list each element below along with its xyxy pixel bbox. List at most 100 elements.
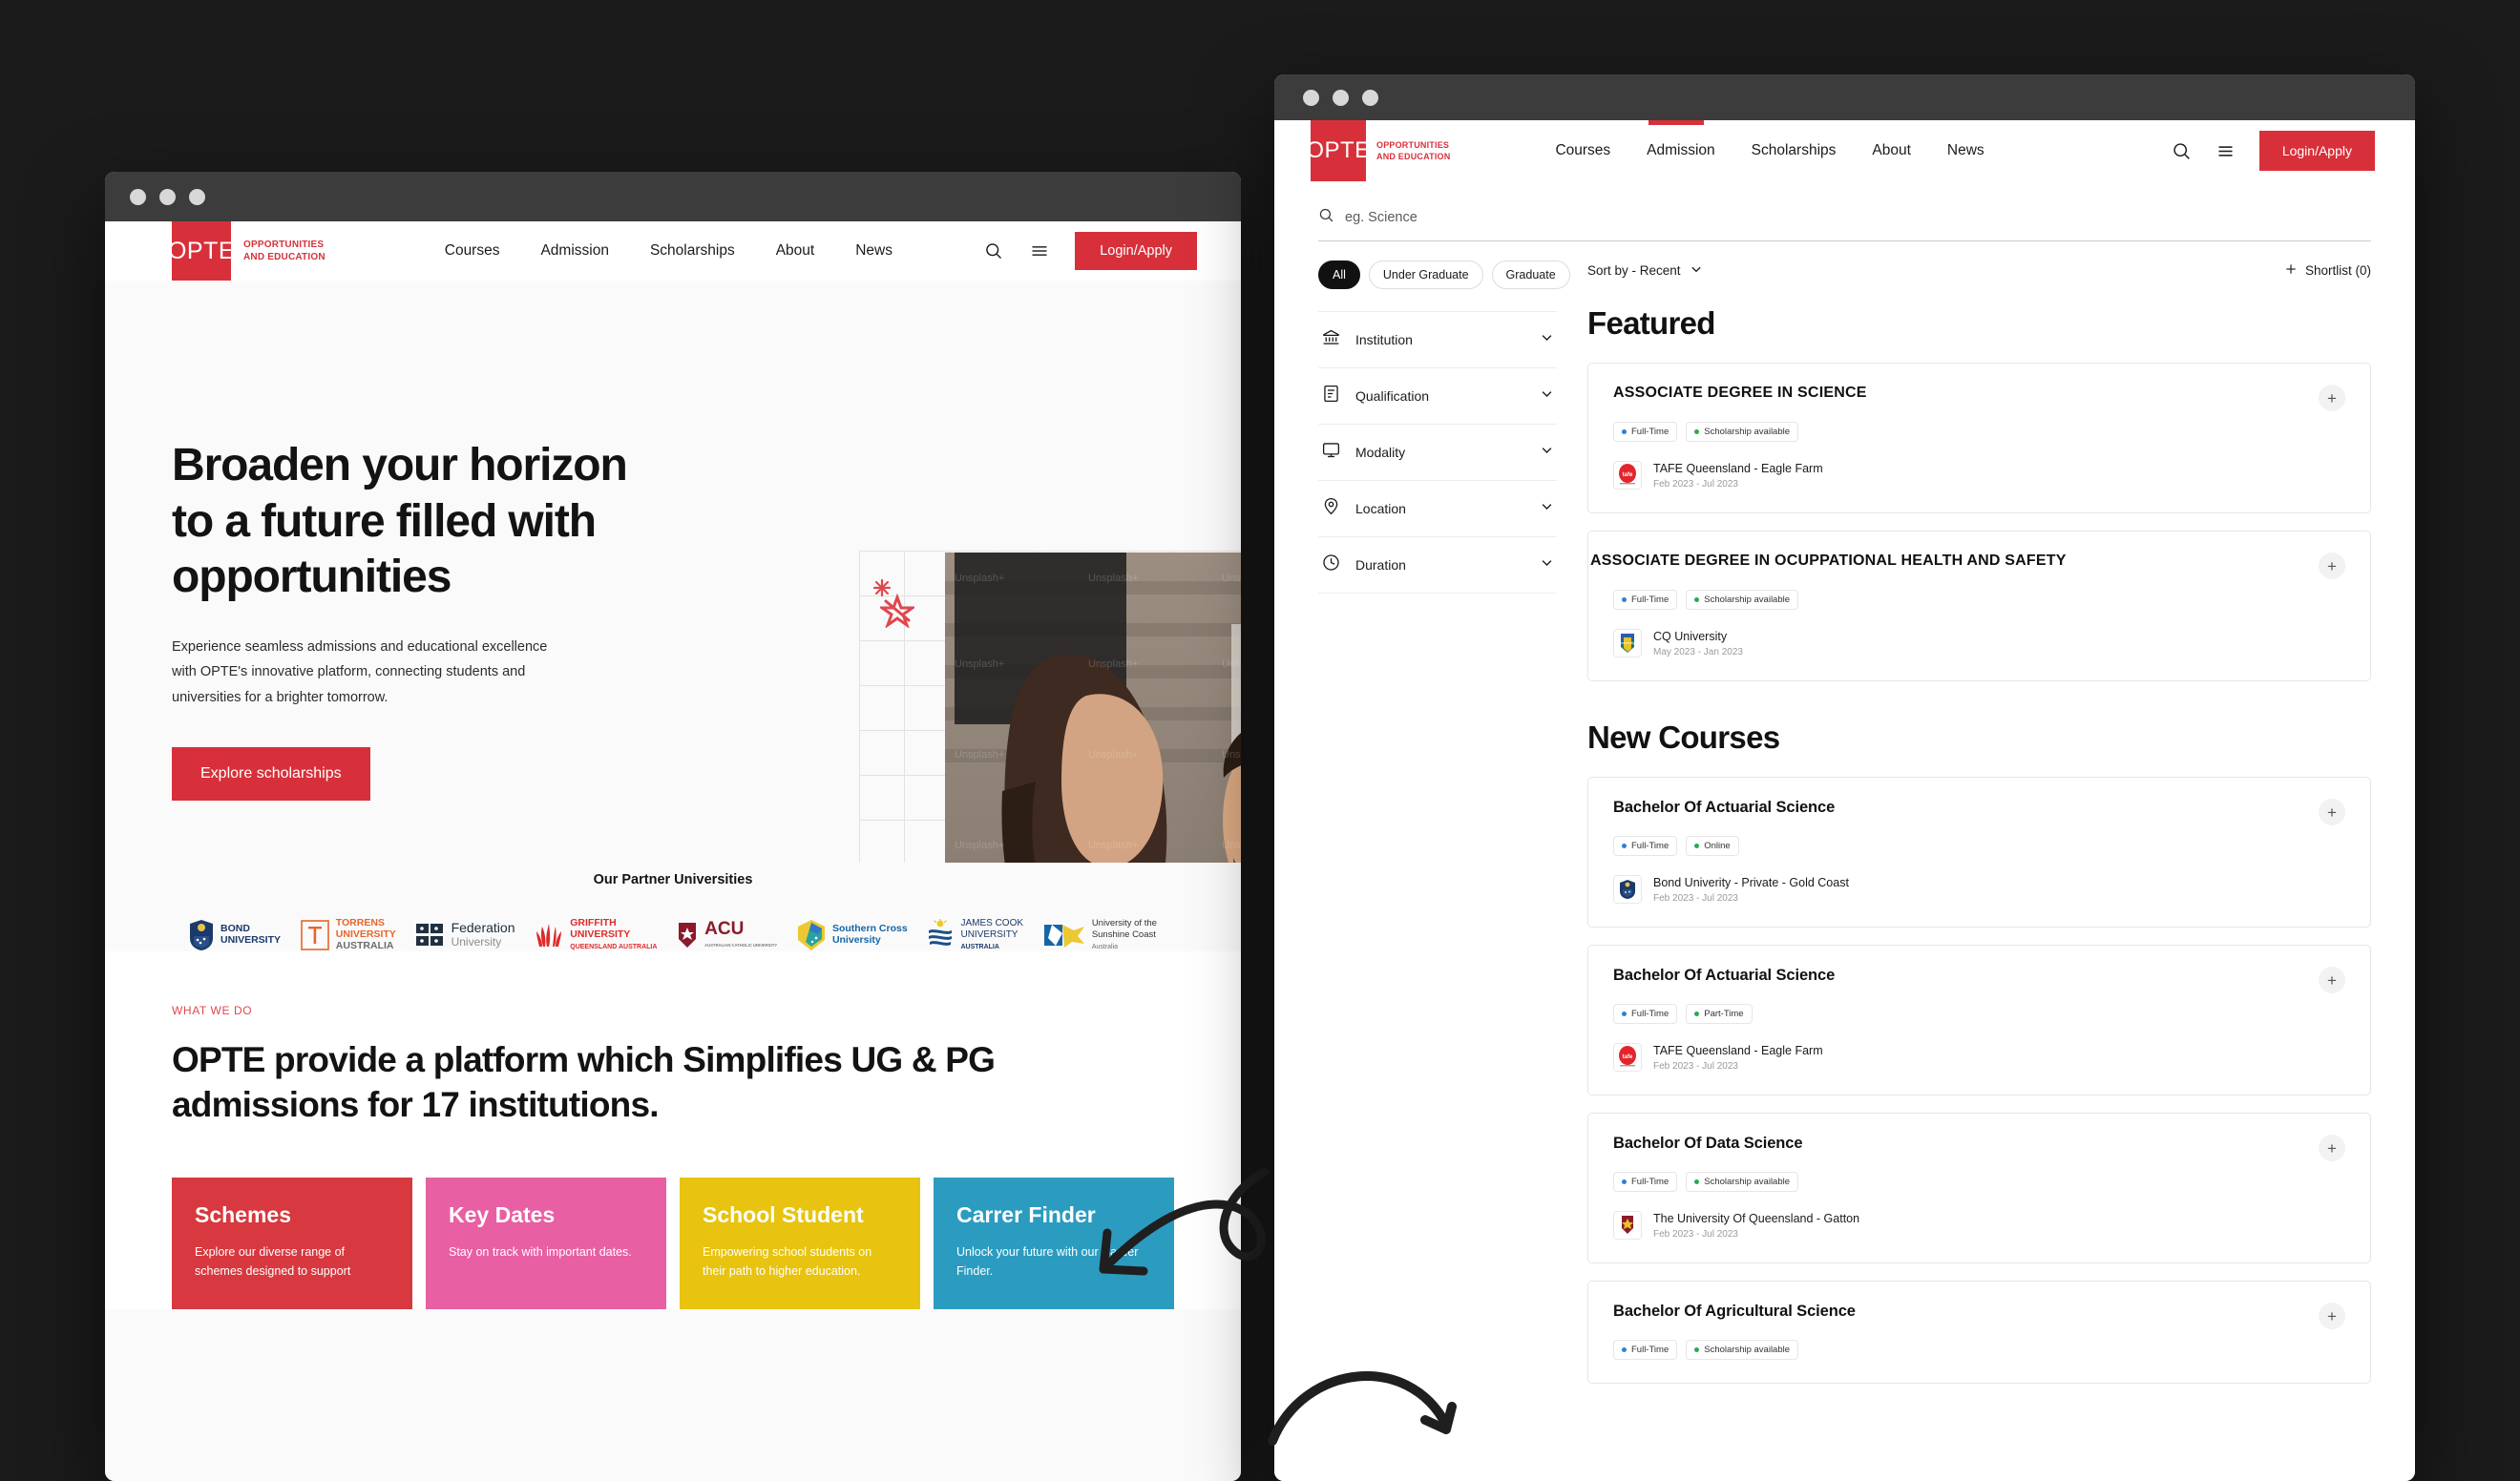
site-header-home: OPTE OPPORTUNITIES AND EDUCATION Courses… [105,221,1241,281]
course-card-header: Bachelor Of Actuarial Science + [1613,967,2345,993]
course-title: ASSOCIATE DEGREE IN SCIENCE [1613,385,1867,401]
course-title: Bachelor Of Actuarial Science [1613,967,1836,984]
nav-item-courses[interactable]: Courses [1555,142,1610,159]
course-tag: Full-Time [1613,590,1678,610]
add-to-shortlist-button[interactable]: + [2319,1135,2345,1161]
window-minimize-dot[interactable] [159,188,176,205]
chip-graduate[interactable]: Graduate [1491,261,1570,289]
course-tags: Full-Time Scholarship available [1613,1172,2345,1192]
course-card[interactable]: ASSOCIATE DEGREE IN SCIENCE + Full-Time … [1587,363,2371,513]
logo-courses[interactable]: OPTE OPPORTUNITIES AND EDUCATION [1306,120,1450,181]
filter-group-duration[interactable]: Duration [1318,537,1557,594]
section-title-new-courses: New Courses [1587,720,1780,755]
sort-by-dropdown[interactable]: Sort by - Recent [1587,262,1703,279]
window-maximize-dot[interactable] [1362,89,1378,106]
logo-home[interactable]: OPTE OPPORTUNITIES AND EDUCATION [168,221,326,281]
search-icon[interactable] [983,240,1004,261]
explore-scholarships-button[interactable]: Explore scholarships [172,747,370,802]
svg-text:Unsplash+: Unsplash+ [1088,658,1138,670]
chevron-down-icon [1540,555,1554,574]
course-card[interactable]: Bachelor Of Actuarial Science + Full-Tim… [1587,945,2371,1095]
logo-tagline: OPPORTUNITIES AND EDUCATION [243,221,326,281]
institution-name: Bond Univerity - Private - Gold Coast [1653,876,1849,890]
nav-item-news[interactable]: News [1947,142,1984,159]
nav-item-admission[interactable]: Admission [540,242,609,260]
partner-logo-james-cook[interactable]: JAMES COOK UNIVERSITY AUSTRALIA [927,918,1023,951]
feature-card-key-dates[interactable]: Key Dates Stay on track with important d… [426,1178,666,1309]
login-apply-button[interactable]: Login/Apply [1075,232,1197,270]
course-tags: Full-Time Online [1613,836,2345,856]
hero-heading: Broaden your horizon to a future filled … [172,440,628,603]
filter-group-institution[interactable]: Institution [1318,311,1557,368]
partner-logo-federation[interactable]: Federation University [415,920,515,949]
window-minimize-dot[interactable] [1333,89,1349,106]
filter-group-qualification[interactable]: Qualification [1318,368,1557,425]
course-tag: Scholarship available [1686,1172,1799,1192]
filter-group-modality[interactable]: Modality [1318,425,1557,481]
partner-logo-acu-label: ACU AUSTRALIAN CATHOLIC UNIVERSITY [704,919,778,949]
search-icon[interactable] [2172,140,2193,161]
curved-loop-arrow-icon [1069,1153,1279,1320]
feature-card-schemes-text: Explore our diverse range of schemes des… [195,1245,351,1278]
partner-logo-griffith[interactable]: GRIFFITH UNIVERSITY QUEENSLAND AUSTRALIA [535,917,657,951]
chevron-down-icon [1540,443,1554,462]
window-close-dot[interactable] [1303,89,1319,106]
shortlist-button[interactable]: Shortlist (0) [2284,262,2371,279]
partner-logo-southern-cross[interactable]: Southern Cross University [797,919,908,951]
search-input[interactable] [1345,210,2371,225]
course-tags: Full-Time Scholarship available [1613,1340,2345,1360]
hero-photo: Unsplash+ Unsplash+ Unsplash+ Unsplash+ Uns… [945,553,1241,863]
course-card[interactable]: Bachelor Of Agricultural Science + Full-… [1587,1281,2371,1384]
partner-logo-sunshine-coast[interactable]: University of the Sunshine Coast Austral… [1043,918,1157,951]
nav-item-courses[interactable]: Courses [445,242,500,260]
search-icon [1318,207,1334,228]
nav-item-admission[interactable]: Admission [1647,142,1715,159]
nav-item-about[interactable]: About [1872,142,1911,159]
partner-logo-james-cook-label: JAMES COOK UNIVERSITY AUSTRALIA [960,918,1024,950]
monitor-modality-icon [1321,440,1341,465]
course-institution-text: The University Of Queensland - Gatton Fe… [1653,1211,1859,1240]
browser-window-courses: OPTE OPPORTUNITIES AND EDUCATION Courses… [1274,74,2415,1481]
course-card[interactable]: ASSOCIATE DEGREE IN OCUPPATIONAL HEALTH … [1587,531,2371,681]
nav-item-scholarships[interactable]: Scholarships [1752,142,1837,159]
filter-group-location[interactable]: Location [1318,481,1557,537]
hamburger-menu-icon[interactable] [1029,240,1050,261]
course-search-row[interactable] [1318,207,2371,241]
course-card[interactable]: Bachelor Of Actuarial Science + Full-Tim… [1587,777,2371,928]
partner-logo-bond[interactable]: BOND UNIVERSITY [189,919,281,951]
feature-card-schemes[interactable]: Schemes Explore our diverse range of sch… [172,1178,412,1309]
chip-under-graduate[interactable]: Under Graduate [1368,261,1483,289]
add-to-shortlist-button[interactable]: + [2319,553,2345,579]
window-close-dot[interactable] [130,188,146,205]
partner-logo-acu[interactable]: ACU AUSTRALIAN CATHOLIC UNIVERSITY [677,919,777,950]
login-apply-button[interactable]: Login/Apply [2258,131,2375,171]
nav-item-news[interactable]: News [855,242,892,260]
partner-logo-bond-label: BOND UNIVERSITY [220,922,282,946]
add-to-shortlist-button[interactable]: + [2319,799,2345,825]
window-maximize-dot[interactable] [189,188,205,205]
hero-photo-illustration: Unsplash+ Unsplash+ Unsplash+ Unsplash+ Uns… [945,553,1241,863]
chip-all[interactable]: All [1318,261,1360,289]
course-card[interactable]: Bachelor Of Data Science + Full-Time Sch… [1587,1113,2371,1263]
nav-item-about[interactable]: About [776,242,815,260]
institution-name: TAFE Queensland - Eagle Farm [1653,462,1823,476]
add-to-shortlist-button[interactable]: + [2319,385,2345,411]
nav-item-scholarships[interactable]: Scholarships [650,242,735,260]
course-institution-text: Bond Univerity - Private - Gold Coast Fe… [1653,875,1849,904]
institution-dates: Feb 2023 - Jul 2023 [1653,1228,1738,1240]
tafe-logo-icon: tafe [1613,461,1642,490]
tafe-logo-icon: tafe [1613,1043,1642,1072]
add-to-shortlist-button[interactable]: + [2319,967,2345,993]
svg-text:Unsplash+: Unsplash+ [1088,749,1138,761]
partner-logo-torrens[interactable]: TORRENS UNIVERSITY AUSTRALIA [300,917,396,951]
filter-group-location-label: Location [1355,501,1406,516]
star-doodle-large-icon [877,593,917,633]
window-titlebar-courses [1274,74,2415,120]
hero-section: Unsplash+ Unsplash+ Unsplash+ Unsplash+ Uns… [105,281,1241,863]
feature-card-school-student[interactable]: School Student Empowering school student… [680,1178,920,1309]
add-to-shortlist-button[interactable]: + [2319,1303,2345,1329]
griffith-mark-icon [536,923,562,947]
hamburger-menu-icon[interactable] [2216,140,2236,161]
course-tags: Full-Time Part-Time [1613,1004,2345,1024]
course-institution-text: CQ University May 2023 - Jan 2023 [1653,629,1743,657]
